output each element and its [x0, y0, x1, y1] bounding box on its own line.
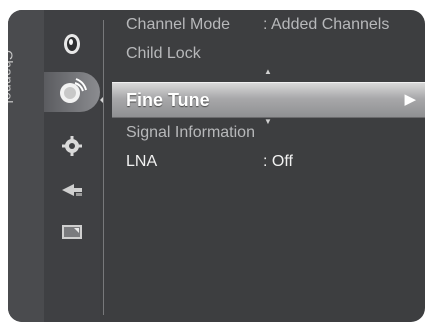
channel-mode-value: : Added Channels [263, 16, 390, 33]
scroll-up-icon: ▲ [264, 67, 272, 76]
channel-settings-list: Channel Mode : Added Channels Child Lock… [112, 10, 425, 322]
menu-item-child-lock[interactable]: Child Lock [126, 42, 425, 66]
child-lock-label: Child Lock [126, 45, 201, 62]
menu-icon-column [44, 10, 100, 322]
menu-item-channel-mode[interactable]: Channel Mode : Added Channels [126, 13, 425, 37]
application-icon[interactable] [58, 218, 86, 246]
section-tab: Channel [8, 10, 44, 322]
picture-icon[interactable] [58, 30, 86, 58]
channel-icon[interactable] [44, 72, 100, 112]
section-label: Channel [8, 50, 16, 104]
input-icon[interactable] [58, 176, 86, 204]
menu-divider [103, 20, 104, 315]
menu-item-lna[interactable]: LNA : Off [126, 150, 425, 174]
setup-icon[interactable] [58, 132, 86, 160]
submenu-arrow-icon: ▶ [404, 91, 416, 108]
menu-item-signal-information[interactable]: Signal Information [126, 121, 425, 145]
menu-item-fine-tune[interactable]: Fine Tune ▶ [112, 82, 425, 118]
lna-label: LNA [126, 153, 158, 170]
channel-mode-label: Channel Mode [126, 16, 231, 33]
lna-value: : Off [263, 153, 293, 170]
signal-information-label: Signal Information [126, 124, 255, 141]
channel-menu-panel: Channel Channel Mode: Added Channels Ch… [8, 10, 425, 322]
fine-tune-label: Fine Tune [126, 90, 210, 110]
